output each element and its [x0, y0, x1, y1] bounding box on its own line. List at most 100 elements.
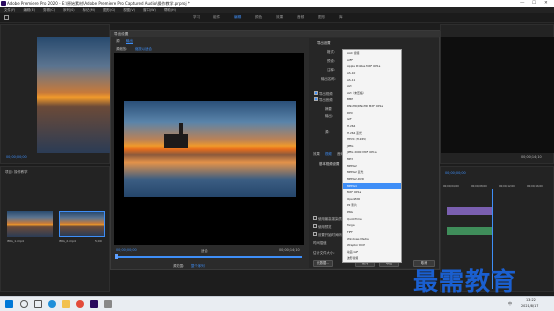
- app-taskbar-icon[interactable]: [104, 300, 112, 308]
- max-render-checkbox[interactable]: [313, 216, 317, 220]
- format-option[interactable]: Wraptor DCP: [343, 242, 401, 249]
- scrubber-handle[interactable]: [115, 254, 118, 259]
- start-timecode-label: 设置开始时间码: [318, 233, 342, 237]
- export-scrubber-bar[interactable]: [116, 256, 302, 258]
- source-monitor-frame: [37, 37, 111, 153]
- export-video-checkbox[interactable]: [314, 91, 318, 95]
- export-video-label: 导出视频: [319, 92, 333, 96]
- export-fit-select[interactable]: 适合: [201, 248, 208, 253]
- format-option[interactable]: Windows Media: [343, 236, 401, 243]
- edge-icon[interactable]: [48, 300, 56, 308]
- timeline-timecode: 00;00;00;00: [445, 171, 466, 175]
- ime-indicator[interactable]: 中: [508, 301, 512, 307]
- windows-start-icon[interactable]: [5, 300, 13, 308]
- timeline-clip-audio[interactable]: [447, 227, 492, 235]
- format-option[interactable]: 波形音频: [343, 255, 401, 262]
- windows-taskbar: 中 13:22 2021/8/17: [0, 296, 554, 311]
- format-option[interactable]: GIF: [343, 116, 401, 123]
- premiere-taskbar-icon[interactable]: [90, 300, 98, 308]
- format-option[interactable]: Targa: [343, 222, 401, 229]
- format-option[interactable]: OpenEXR: [343, 196, 401, 203]
- close-button[interactable]: ✕: [544, 0, 548, 7]
- program-monitor-frame: [441, 37, 554, 153]
- menu-view[interactable]: 视图(V): [123, 8, 135, 12]
- format-option[interactable]: JPEG 2000 MXF OP1a: [343, 149, 401, 156]
- summary-output-label: 输出:: [325, 114, 333, 118]
- summary-header: 摘要: [325, 107, 332, 111]
- timeline-clip-video[interactable]: [447, 207, 492, 215]
- window-titlebar: Adobe Premiere Pro 2020 - E:\原始素材\Adobe …: [0, 0, 554, 7]
- format-option[interactable]: MXF OP1a: [343, 189, 401, 196]
- format-option[interactable]: AS-10: [343, 70, 401, 77]
- start-timecode-checkbox[interactable]: [313, 232, 317, 236]
- format-option[interactable]: MPEG4: [343, 182, 401, 190]
- tab-video[interactable]: 视频: [325, 151, 332, 156]
- metadata-button[interactable]: 元数据...: [313, 260, 333, 267]
- preset-label: 预设:: [327, 59, 335, 63]
- format-option[interactable]: MP3: [343, 156, 401, 163]
- use-previews-checkbox[interactable]: [313, 224, 317, 228]
- workspace-editing[interactable]: 编辑: [234, 15, 241, 20]
- format-option[interactable]: MPEG2-DVD: [343, 176, 401, 183]
- workspace-effects[interactable]: 效果: [276, 15, 283, 20]
- format-option[interactable]: AIFF: [343, 57, 401, 64]
- format-option[interactable]: 动画 GIF: [343, 249, 401, 256]
- format-option[interactable]: Apple ProRes MXF OP1a: [343, 63, 401, 70]
- maximize-button[interactable]: ☐: [532, 0, 536, 7]
- format-option[interactable]: AAC 音频: [343, 50, 401, 57]
- clip-thumbnail-1[interactable]: [7, 211, 53, 237]
- source-scaling-label: 源缩放:: [116, 47, 128, 51]
- workspace-assembly[interactable]: 组件: [213, 15, 220, 20]
- export-end-timecode: 00;00;14;10: [279, 248, 300, 252]
- menu-edit[interactable]: 编辑(E): [23, 8, 35, 12]
- menu-help[interactable]: 帮助(H): [164, 8, 176, 12]
- format-option[interactable]: DPX: [343, 110, 401, 117]
- search-icon[interactable]: [20, 300, 28, 308]
- tab-output[interactable]: 输出: [125, 39, 134, 44]
- export-audio-checkbox[interactable]: [314, 97, 318, 101]
- export-dialog-titlebar: 导出设置: [111, 31, 441, 37]
- menu-graphics[interactable]: 图形(G): [103, 8, 115, 12]
- format-option[interactable]: BMP: [343, 96, 401, 103]
- menu-clip[interactable]: 剪辑(C): [43, 8, 55, 12]
- source-range-select[interactable]: 整个序列: [191, 263, 205, 268]
- workspace-graphics[interactable]: 图形: [318, 15, 325, 20]
- source-scaling-select[interactable]: 缩放以适合: [135, 46, 152, 51]
- chrome-icon[interactable]: [76, 300, 84, 308]
- format-option[interactable]: MPEG2: [343, 163, 401, 170]
- output-name-label: 输出名称:: [321, 77, 336, 81]
- format-option[interactable]: P2 影片: [343, 202, 401, 209]
- format-option[interactable]: AVI（未压缩）: [343, 90, 401, 97]
- file-explorer-icon[interactable]: [62, 300, 70, 308]
- file-size-label: 估计文件大小:: [313, 251, 335, 255]
- format-option[interactable]: HEVC (H.265): [343, 136, 401, 143]
- format-option[interactable]: PNG: [343, 209, 401, 216]
- format-option[interactable]: JPEG: [343, 143, 401, 150]
- home-icon[interactable]: [4, 15, 9, 20]
- workspace-audio[interactable]: 音频: [297, 15, 304, 20]
- minimize-button[interactable]: —: [520, 0, 525, 7]
- format-option[interactable]: TIFF: [343, 229, 401, 236]
- format-option[interactable]: AVI: [343, 83, 401, 90]
- workspace-bar: 学习 组件 编辑 颜色 效果 音频 图形 库: [0, 13, 554, 23]
- tab-source[interactable]: 源: [116, 39, 120, 43]
- menu-sequence[interactable]: 序列(S): [63, 8, 75, 12]
- workspace-color[interactable]: 颜色: [255, 15, 262, 20]
- tab-effects[interactable]: 效果: [313, 151, 320, 156]
- task-view-icon[interactable]: [34, 300, 42, 308]
- format-option[interactable]: H.264 蓝光: [343, 130, 401, 137]
- format-option[interactable]: H.264: [343, 123, 401, 130]
- menu-markers[interactable]: 标记(M): [83, 8, 95, 12]
- format-dropdown-list[interactable]: AAC 音频 AIFF Apple ProRes MXF OP1a AS-10 AS-1…: [342, 49, 402, 263]
- format-option[interactable]: DNxHR/DNxHD MXF OP1a: [343, 103, 401, 110]
- format-option[interactable]: QuickTime: [343, 216, 401, 223]
- format-option[interactable]: AS-11: [343, 77, 401, 84]
- export-dialog-title: 导出设置: [114, 32, 129, 36]
- menu-window[interactable]: 窗口(W): [143, 8, 156, 12]
- workspace-learning[interactable]: 学习: [193, 15, 200, 20]
- watermark-text: 最需教育: [413, 267, 518, 296]
- workspace-libraries[interactable]: 库: [339, 15, 343, 20]
- format-option[interactable]: MPEG2 蓝光: [343, 169, 401, 176]
- menu-file[interactable]: 文件(F): [4, 8, 15, 12]
- clip-thumbnail-2[interactable]: [59, 211, 105, 237]
